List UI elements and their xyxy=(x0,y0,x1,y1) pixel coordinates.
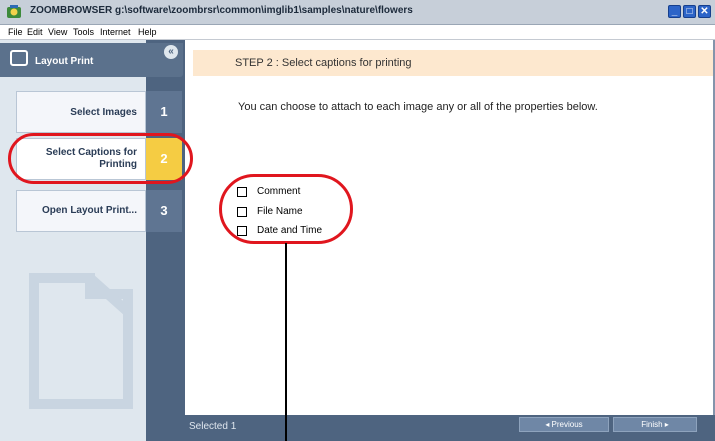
menu-internet[interactable]: Internet xyxy=(100,27,131,37)
step-label: Open Layout Print... xyxy=(41,205,137,216)
step-label: Select Images xyxy=(70,107,137,118)
minimize-icon: _ xyxy=(671,6,678,17)
minimize-button[interactable]: _ xyxy=(668,5,681,18)
close-button[interactable]: ✕ xyxy=(698,5,711,18)
sidebar-title: Layout Print xyxy=(35,56,94,67)
step-title: STEP 2 : Select captions for printing xyxy=(235,57,412,69)
step-number-1[interactable]: 1 xyxy=(146,91,182,133)
instruction-text: You can choose to attach to each image a… xyxy=(238,101,598,113)
callout-line xyxy=(285,243,287,441)
highlight-ring-options xyxy=(219,174,353,244)
finish-button[interactable]: Finish ▸ xyxy=(613,417,697,432)
menu-file[interactable]: File xyxy=(8,27,23,37)
step-open-layout-print[interactable]: Open Layout Print... xyxy=(16,190,146,232)
menu-help[interactable]: Help xyxy=(138,27,157,37)
step-number-3[interactable]: 3 xyxy=(146,190,182,232)
document-watermark-icon xyxy=(29,273,133,409)
step-select-images[interactable]: Select Images xyxy=(16,91,146,133)
menu-view[interactable]: View xyxy=(48,27,67,37)
maximize-icon: □ xyxy=(686,6,693,17)
menu-edit[interactable]: Edit xyxy=(27,27,43,37)
window-title: ZOOMBROWSER g:\software\zoombrsr\common\… xyxy=(30,5,413,16)
maximize-button[interactable]: □ xyxy=(683,5,696,18)
previous-button[interactable]: ◂ Previous xyxy=(519,417,609,432)
selected-count: Selected 1 xyxy=(189,421,237,432)
collapse-sidebar-button[interactable]: « xyxy=(164,45,178,59)
highlight-ring-step xyxy=(8,133,193,184)
app-icon xyxy=(7,5,21,18)
layout-print-icon xyxy=(10,50,28,66)
close-icon: ✕ xyxy=(700,6,709,17)
menu-tools[interactable]: Tools xyxy=(73,27,94,37)
